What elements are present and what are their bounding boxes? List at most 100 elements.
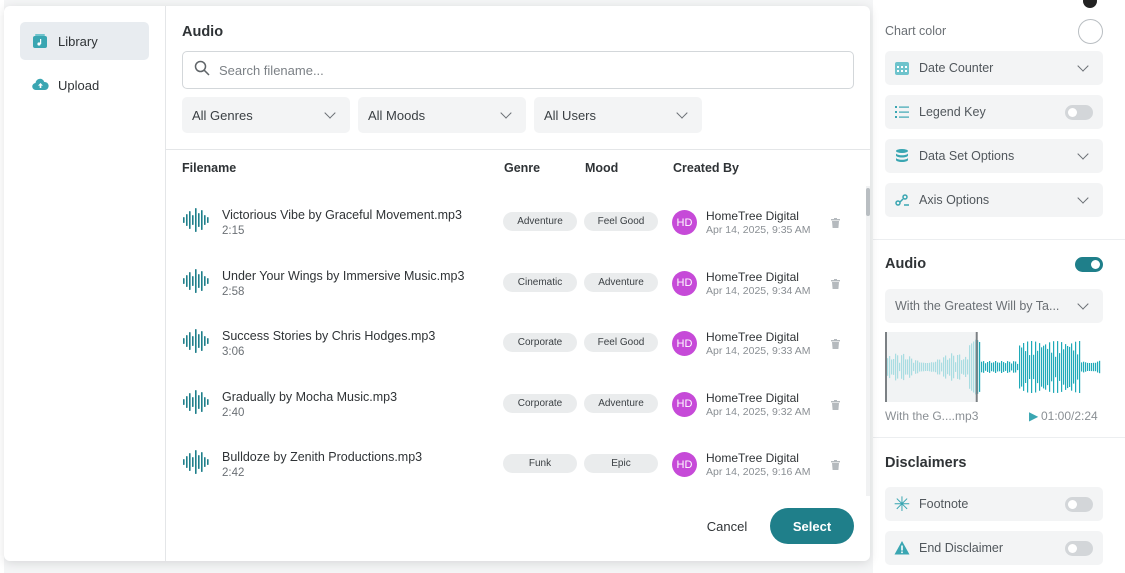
calendar-icon bbox=[893, 59, 911, 77]
created-date: Apr 14, 2025, 9:35 AM bbox=[706, 224, 811, 236]
trash-icon[interactable] bbox=[831, 336, 840, 354]
table-row[interactable]: Bulldoze by Zenith Productions.mp3 2:42 Fu… bbox=[166, 428, 866, 488]
trash-icon[interactable] bbox=[831, 215, 840, 233]
table-row[interactable]: Gradually by Mocha Music.mp3 2:40 Corporat… bbox=[166, 368, 866, 428]
table-row[interactable]: Success Stories by Chris Hodges.mp3 3:06 C… bbox=[166, 307, 866, 367]
chevron-down-icon bbox=[1077, 298, 1089, 310]
search-box[interactable] bbox=[182, 51, 854, 89]
audio-filename: With the G....mp3 bbox=[885, 409, 979, 423]
legend-key-item: Legend Key bbox=[885, 95, 1103, 129]
sidebar-item-library[interactable]: Library bbox=[20, 22, 149, 60]
duration: 2:15 bbox=[222, 225, 245, 237]
footnote-toggle[interactable] bbox=[1065, 496, 1093, 512]
audio-section-title: Audio bbox=[885, 256, 927, 272]
duration: 2:42 bbox=[222, 467, 245, 479]
filename: Victorious Vibe by Graceful Movement.mp3 bbox=[222, 208, 462, 222]
creator-name: HomeTree Digital bbox=[706, 209, 799, 223]
trash-icon[interactable] bbox=[831, 397, 840, 415]
table-row[interactable]: Victorious Vibe by Graceful Movement.mp3… bbox=[166, 186, 866, 246]
play-icon[interactable]: ▶ bbox=[1029, 409, 1038, 423]
duration: 3:06 bbox=[222, 346, 245, 358]
duration: 2:40 bbox=[222, 406, 245, 419]
created-date: Apr 14, 2025, 9:34 AM bbox=[706, 284, 811, 297]
creator-name: HomeTree Digital bbox=[706, 330, 799, 344]
audio-wave-icon bbox=[182, 268, 210, 299]
genre-filter[interactable]: All Genres bbox=[182, 97, 350, 133]
genre-filter-label: All Genres bbox=[192, 107, 253, 123]
select-button[interactable]: Select bbox=[770, 508, 854, 544]
modal-main: Audio All Genres All Moods All Users Fil… bbox=[166, 6, 870, 561]
user-filter-label: All Users bbox=[544, 107, 597, 123]
audio-waveform[interactable] bbox=[885, 332, 1101, 402]
scrollbar[interactable] bbox=[866, 186, 870, 496]
avatar: HD bbox=[672, 331, 697, 356]
settings-panel: Chart color Date Counter Legend Key Data… bbox=[873, 0, 1125, 573]
scrollbar-thumb[interactable] bbox=[866, 188, 870, 216]
genre-pill: Corporate bbox=[503, 333, 577, 352]
column-header-mood[interactable]: Mood bbox=[585, 161, 618, 175]
audio-toggle[interactable] bbox=[1075, 257, 1103, 272]
table-row[interactable]: Under Your Wings by Immersive Music.mp3 2… bbox=[166, 247, 866, 307]
footnote-label: Footnote bbox=[919, 497, 969, 511]
database-icon bbox=[893, 147, 911, 165]
creator-name: HomeTree Digital bbox=[706, 451, 799, 465]
audio-wave-icon bbox=[182, 328, 210, 359]
mood-filter[interactable]: All Moods bbox=[358, 97, 526, 133]
cancel-button[interactable]: Cancel bbox=[698, 514, 756, 538]
divider bbox=[166, 149, 870, 150]
audio-library-modal: Library Upload Audio All Genres All Mood… bbox=[4, 6, 870, 561]
column-header-created-by[interactable]: Created By bbox=[673, 161, 739, 175]
creator-name: HomeTree Digital bbox=[706, 390, 799, 405]
chevron-down-icon bbox=[324, 107, 336, 119]
disclaimers-title: Disclaimers bbox=[885, 455, 967, 471]
waveform-graphic bbox=[885, 332, 1101, 402]
modal-sidebar: Library Upload bbox=[4, 6, 166, 561]
search-input[interactable] bbox=[219, 62, 853, 78]
audio-time: 01:00/2:24 bbox=[1041, 409, 1098, 423]
avatar: HD bbox=[672, 452, 697, 477]
chart-color-swatch[interactable] bbox=[1078, 19, 1103, 44]
created-date: Apr 14, 2025, 9:33 AM bbox=[706, 345, 811, 357]
mood-filter-label: All Moods bbox=[368, 107, 426, 123]
created-date: Apr 14, 2025, 9:32 AM bbox=[706, 405, 811, 418]
audio-track-select[interactable]: With the Greatest Will by Ta... bbox=[885, 289, 1103, 323]
mood-pill: Epic bbox=[584, 454, 658, 473]
asterisk-icon: ✳ bbox=[893, 493, 911, 516]
audio-wave-icon bbox=[182, 449, 210, 480]
end-disclaimer-item: End Disclaimer bbox=[885, 531, 1103, 565]
data-set-options-item[interactable]: Data Set Options bbox=[885, 139, 1103, 173]
mood-pill: Adventure bbox=[584, 393, 658, 413]
cloud-upload-icon bbox=[31, 76, 49, 94]
user-filter[interactable]: All Users bbox=[534, 97, 702, 133]
chevron-down-icon bbox=[1077, 60, 1089, 72]
chevron-down-icon bbox=[1077, 192, 1089, 204]
color-swatch-top[interactable] bbox=[1083, 0, 1097, 8]
audio-wave-icon bbox=[182, 389, 210, 420]
sidebar-item-upload[interactable]: Upload bbox=[20, 66, 149, 104]
chevron-down-icon bbox=[676, 107, 688, 119]
filename: Success Stories by Chris Hodges.mp3 bbox=[222, 329, 436, 343]
column-header-genre[interactable]: Genre bbox=[504, 161, 540, 175]
data-set-options-label: Data Set Options bbox=[919, 149, 1015, 163]
creator-name: HomeTree Digital bbox=[706, 269, 799, 284]
filename: Bulldoze by Zenith Productions.mp3 bbox=[222, 450, 423, 464]
filename: Gradually by Mocha Music.mp3 bbox=[222, 389, 398, 404]
avatar: HD bbox=[672, 270, 697, 296]
avatar: HD bbox=[672, 210, 697, 235]
chart-color-label: Chart color bbox=[885, 24, 947, 38]
file-list: Victorious Vibe by Graceful Movement.mp3… bbox=[166, 186, 866, 496]
genre-pill: Corporate bbox=[503, 393, 577, 413]
library-icon bbox=[31, 32, 49, 50]
axis-options-item[interactable]: Axis Options bbox=[885, 183, 1103, 217]
genre-pill: Adventure bbox=[503, 212, 577, 231]
column-header-filename[interactable]: Filename bbox=[182, 161, 236, 175]
audio-wave-icon bbox=[182, 207, 210, 238]
sidebar-item-label: Library bbox=[58, 33, 98, 49]
trash-icon[interactable] bbox=[831, 457, 840, 475]
chevron-down-icon bbox=[1077, 148, 1089, 160]
mood-pill: Feel Good bbox=[584, 333, 658, 352]
trash-icon[interactable] bbox=[831, 276, 840, 294]
date-counter-item[interactable]: Date Counter bbox=[885, 51, 1103, 85]
legend-key-toggle[interactable] bbox=[1065, 104, 1093, 120]
end-disclaimer-toggle[interactable] bbox=[1065, 540, 1093, 556]
